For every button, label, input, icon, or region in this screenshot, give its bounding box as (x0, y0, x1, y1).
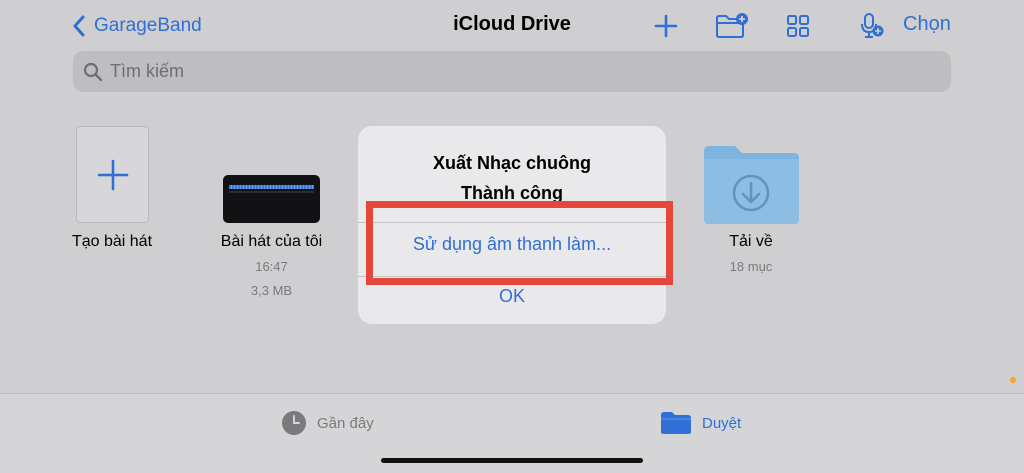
tab-browse[interactable]: Duyệt (660, 410, 741, 436)
file-name: Tạo bài hát (71, 233, 153, 250)
grid-view-button[interactable] (781, 10, 815, 42)
file-name: Bài hát của tôi (220, 233, 323, 250)
search-bar[interactable] (73, 51, 951, 92)
tab-recents[interactable]: Gần đây (281, 410, 374, 436)
new-folder-icon (716, 13, 748, 38)
grid-view-icon (787, 15, 809, 37)
waveform-track (229, 191, 314, 193)
add-button[interactable] (649, 10, 683, 42)
file-size: 3,3 MB (250, 283, 293, 298)
new-song-tile[interactable] (76, 126, 149, 223)
waveform (229, 185, 314, 189)
file-time: 16:47 (255, 259, 288, 274)
home-indicator[interactable] (381, 458, 643, 463)
privacy-indicator (1010, 377, 1016, 383)
voice-add-button[interactable] (854, 10, 888, 42)
add-icon (654, 14, 678, 38)
search-input[interactable] (110, 61, 410, 82)
file-name: Tải về (729, 233, 773, 250)
ok-button[interactable]: OK (358, 286, 666, 307)
dialog-title-line1: Xuất Nhạc chuông (432, 153, 591, 173)
file-count: 18 mục (729, 259, 773, 274)
folder-icon (661, 412, 691, 434)
highlight-box (366, 201, 673, 285)
dialog-title: Xuất Nhạc chuông Thành công (358, 148, 666, 208)
select-button[interactable]: Chọn (903, 13, 951, 36)
voice-add-icon (861, 13, 884, 38)
clock-icon (282, 411, 306, 435)
tab-label: Duyệt (702, 414, 742, 432)
search-icon (83, 62, 103, 81)
add-icon (97, 159, 128, 190)
song-thumbnail[interactable] (223, 175, 320, 223)
download-folder-icon[interactable] (701, 143, 801, 225)
new-folder-button[interactable] (715, 10, 749, 42)
tab-label: Gần đây (317, 414, 374, 432)
